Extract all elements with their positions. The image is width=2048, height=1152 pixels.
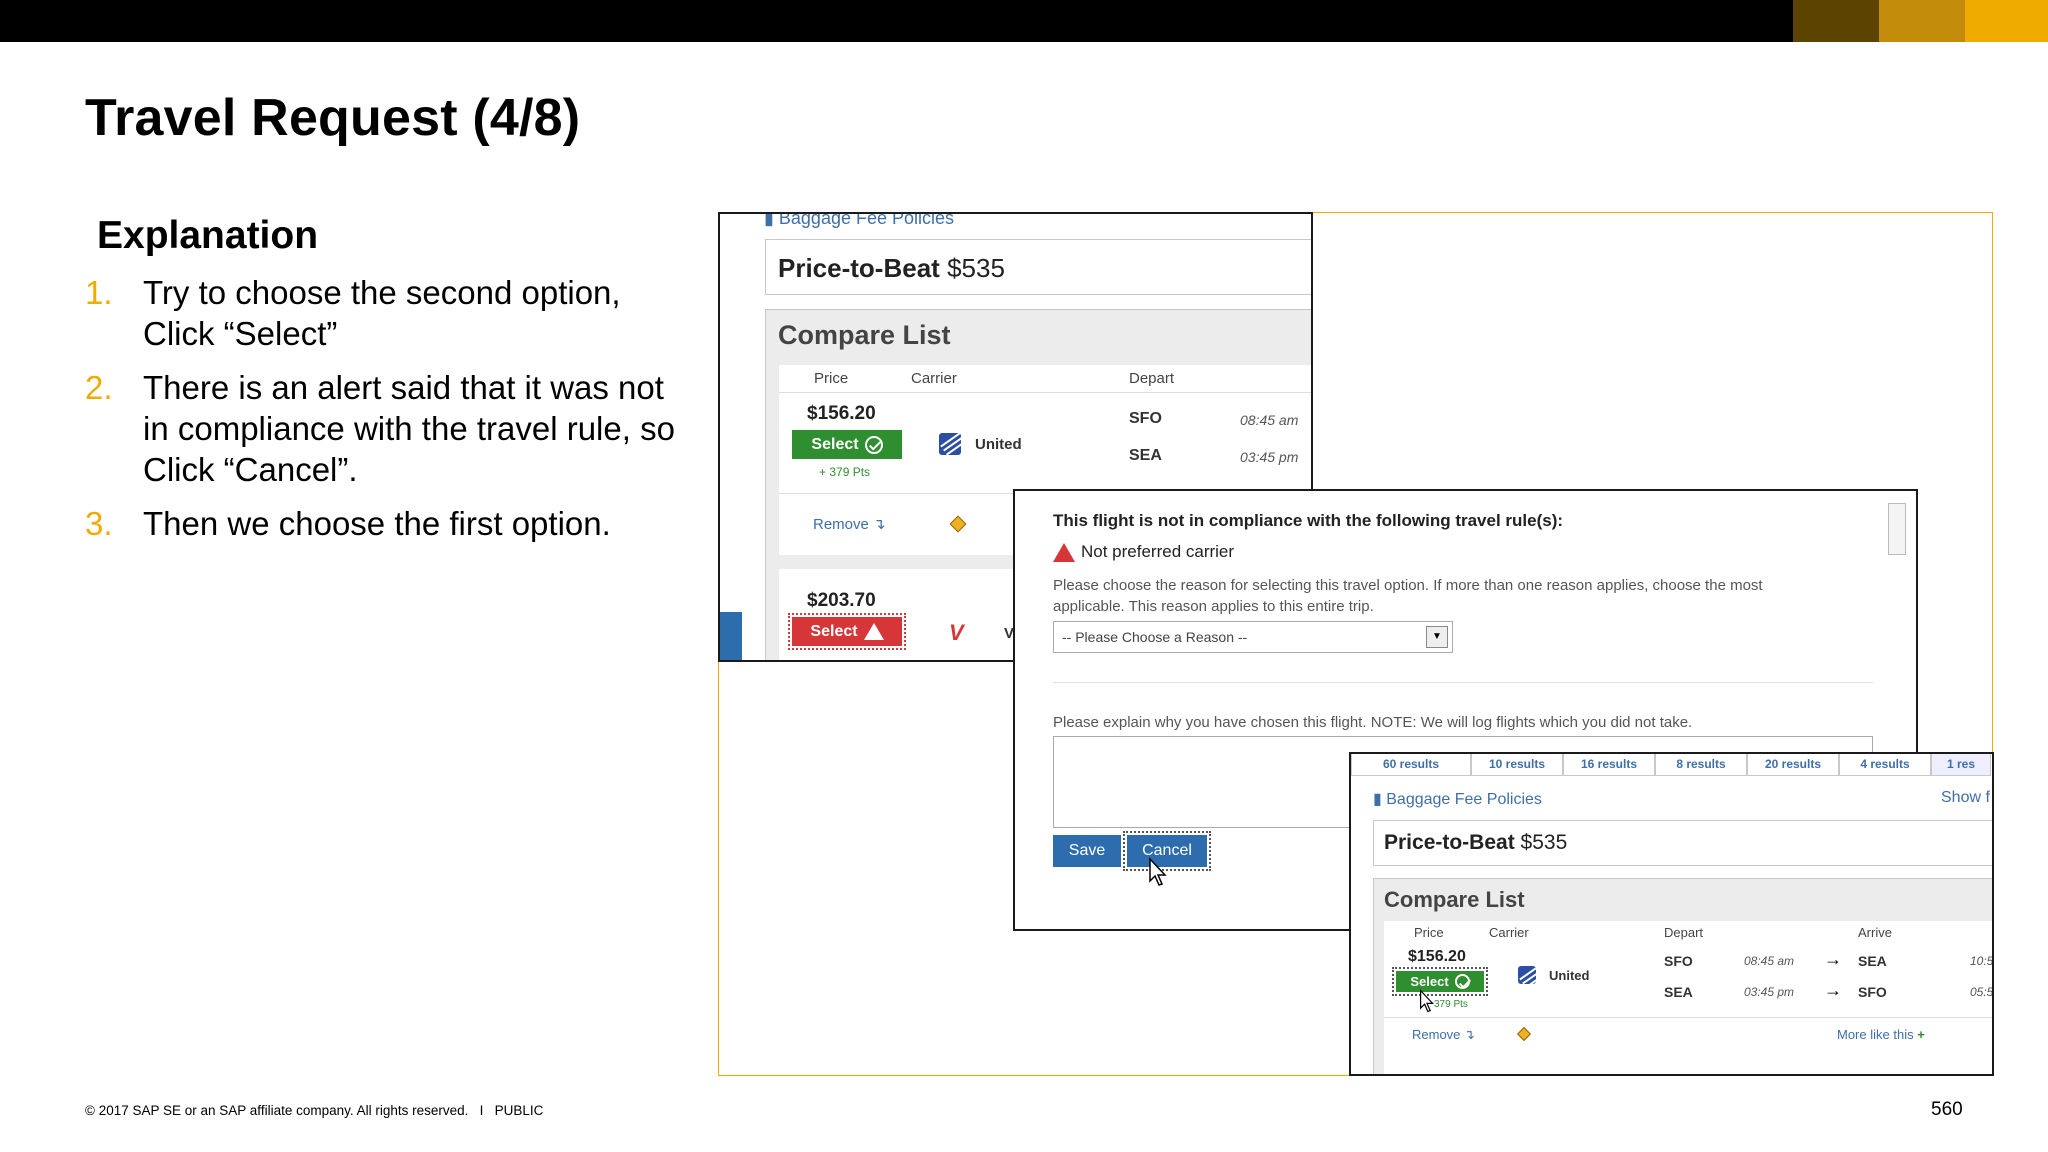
option1-select-button[interactable]: Select bbox=[1392, 967, 1488, 996]
baggage-fee-link[interactable]: ▮ Baggage Fee Policies bbox=[764, 212, 954, 229]
reason-select[interactable]: -- Please Choose a Reason -- ▼ bbox=[1053, 621, 1453, 653]
accent-bar-mid bbox=[1879, 0, 1965, 42]
results-tab[interactable]: 16 results bbox=[1563, 754, 1655, 776]
warning-icon bbox=[863, 623, 884, 640]
option1-to-time: 03:45 pm bbox=[1240, 449, 1299, 465]
leg1-from: SFO bbox=[1664, 953, 1693, 969]
rule-text: Not preferred carrier bbox=[1081, 542, 1235, 561]
diamond-icon bbox=[949, 515, 967, 533]
col-depart: Depart bbox=[1664, 925, 1704, 940]
option1-from-time: 08:45 am bbox=[1240, 412, 1299, 428]
united-logo-icon bbox=[939, 433, 961, 455]
diamond-icon bbox=[1516, 1026, 1532, 1042]
results-tab[interactable]: 8 results bbox=[1655, 754, 1747, 776]
results-tab[interactable]: 10 results bbox=[1471, 754, 1563, 776]
dialog-title: This flight is not in compliance with th… bbox=[1053, 511, 1564, 530]
reason-prompt: Please choose the reason for selecting t… bbox=[1053, 577, 1763, 615]
explanation-heading: Explanation bbox=[97, 214, 319, 257]
col-price: Price bbox=[1414, 925, 1444, 940]
option1-points: 379 Pts bbox=[1434, 999, 1468, 1010]
show-link[interactable]: Show f bbox=[1941, 789, 1990, 807]
step-text: Try to choose the second option, Click “… bbox=[143, 274, 621, 352]
compare-list-panel: Compare List Price Carrier Depart Arrive… bbox=[1373, 878, 1994, 1074]
step-number: 3. bbox=[85, 505, 113, 542]
plus-icon: + bbox=[1917, 1027, 1925, 1042]
alert-icon bbox=[1053, 542, 1075, 562]
accent-bar-dark bbox=[1793, 0, 1879, 42]
top-bar bbox=[0, 0, 2048, 42]
option1-price: $156.20 bbox=[807, 403, 876, 424]
leg1-to: SEA bbox=[1858, 953, 1887, 969]
leg1-arrive: 10:54 bbox=[1970, 954, 1994, 968]
results-tab[interactable]: 1 res bbox=[1931, 754, 1991, 776]
col-depart: Depart bbox=[1129, 370, 1175, 387]
steps-list: 1. Try to choose the second option, Click… bbox=[85, 272, 675, 557]
col-arrive: Arrive bbox=[1858, 925, 1892, 940]
price-to-beat-value: $535 bbox=[1520, 831, 1568, 854]
compare-list-body: Price Carrier Depart Arrive $156.20 Sele… bbox=[1384, 921, 1994, 1074]
more-like-this-link[interactable]: More like this + bbox=[1837, 1027, 1925, 1042]
page-number: 560 bbox=[1931, 1099, 1963, 1120]
results-tab[interactable]: 20 results bbox=[1747, 754, 1839, 776]
price-to-beat-label: Price-to-Beat bbox=[1384, 831, 1515, 854]
col-carrier: Carrier bbox=[1489, 925, 1529, 940]
result-tabs: 60 results 10 results 16 results 8 resul… bbox=[1351, 754, 1991, 776]
compare-list-title: Compare List bbox=[1384, 887, 1525, 912]
leg2-time: 03:45 pm bbox=[1744, 985, 1795, 999]
leg1-time: 08:45 am bbox=[1744, 954, 1795, 968]
side-tab[interactable] bbox=[720, 612, 742, 660]
option1-remove-link[interactable]: Remove ↴ bbox=[1412, 1027, 1475, 1043]
copyright-footer: © 2017 SAP SE or an SAP affiliate compan… bbox=[85, 1103, 544, 1118]
baggage-fee-link[interactable]: ▮ Baggage Fee Policies bbox=[1373, 789, 1542, 809]
chevron-down-icon: ▼ bbox=[1426, 626, 1448, 648]
arrow-right-icon: → bbox=[1824, 980, 1842, 1000]
price-to-beat-value: $535 bbox=[947, 253, 1005, 283]
option2-price: $203.70 bbox=[807, 590, 876, 611]
step-item: 2. There is an alert said that it was not… bbox=[85, 367, 675, 490]
col-carrier: Carrier bbox=[911, 370, 957, 387]
rule-row: Not preferred carrier bbox=[1053, 542, 1234, 562]
leg2-from: SEA bbox=[1664, 984, 1693, 1000]
col-price: Price bbox=[814, 370, 849, 387]
option1-to: SEA bbox=[1129, 447, 1162, 464]
scrollbar[interactable] bbox=[1888, 503, 1906, 555]
results-tab[interactable]: 4 results bbox=[1839, 754, 1931, 776]
luggage-icon: ▮ bbox=[1373, 791, 1387, 808]
step-item: 1. Try to choose the second option, Click… bbox=[85, 272, 675, 354]
price-to-beat-box: Price-to-Beat $535 bbox=[765, 239, 1311, 295]
option1-points: + 379 Pts bbox=[819, 465, 871, 479]
mouse-cursor-icon bbox=[1420, 989, 1434, 1013]
results-tab[interactable]: 60 results bbox=[1351, 754, 1471, 776]
option1-carrier: United bbox=[1549, 968, 1590, 983]
option1-price: $156.20 bbox=[1408, 948, 1466, 965]
option1-from: SFO bbox=[1129, 410, 1162, 427]
slide-title: Travel Request (4/8) bbox=[85, 89, 581, 147]
arrow-right-icon: → bbox=[1824, 949, 1842, 969]
compare-list-updated-screenshot: 60 results 10 results 16 results 8 resul… bbox=[1349, 752, 1994, 1076]
price-to-beat-label: Price-to-Beat bbox=[778, 253, 940, 283]
compare-list-title: Compare List bbox=[778, 320, 951, 350]
virgin-logo-icon: V bbox=[949, 620, 964, 645]
step-number: 2. bbox=[85, 369, 113, 406]
check-icon bbox=[864, 435, 883, 454]
save-button[interactable]: Save bbox=[1053, 835, 1121, 867]
explain-prompt: Please explain why you have chosen this … bbox=[1053, 714, 1693, 731]
united-logo-icon bbox=[1518, 966, 1536, 984]
check-icon bbox=[1454, 974, 1470, 989]
step-number: 1. bbox=[85, 274, 113, 311]
option1-remove-link[interactable]: Remove ↴ bbox=[813, 515, 886, 533]
leg2-to: SFO bbox=[1858, 984, 1887, 1000]
mouse-cursor-icon bbox=[1149, 857, 1167, 886]
step-item: 3. Then we choose the first option. bbox=[85, 503, 675, 544]
accent-bar-bright bbox=[1965, 0, 2048, 42]
luggage-icon: ▮ bbox=[764, 212, 779, 228]
price-to-beat-box: Price-to-Beat $535 bbox=[1373, 820, 1992, 866]
option2-select-button[interactable]: Select bbox=[788, 613, 906, 650]
leg2-arrive: 05:53 bbox=[1970, 985, 1994, 999]
option1-select-button[interactable]: Select bbox=[792, 430, 902, 459]
step-text: Then we choose the first option. bbox=[143, 505, 611, 542]
option1-carrier: United bbox=[975, 436, 1022, 453]
step-text: There is an alert said that it was not i… bbox=[143, 369, 675, 488]
